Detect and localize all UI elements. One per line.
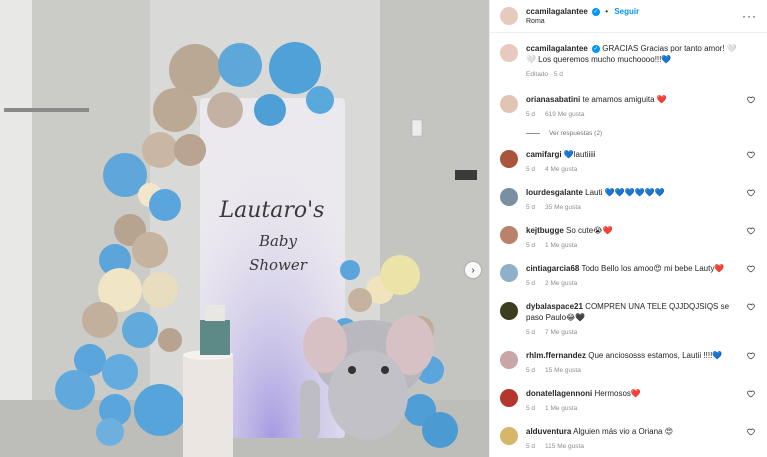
like-heart-icon[interactable] — [747, 352, 755, 360]
comment-username[interactable]: donatellagennoni — [526, 389, 592, 398]
sign-title: Lautaro's — [219, 198, 325, 223]
comment-likes[interactable]: 35 Me gusta — [545, 204, 581, 211]
comment-username[interactable]: camifargi — [526, 150, 562, 159]
comment-username[interactable]: orianasabatini — [526, 95, 580, 104]
avatar[interactable] — [500, 264, 518, 282]
comment-likes[interactable]: 4 Me gusta — [545, 166, 577, 173]
baby-shower-photo: Lautaro's Baby Shower — [0, 0, 489, 457]
comment-username[interactable]: kejtbugge — [526, 226, 564, 235]
avatar[interactable] — [500, 351, 518, 369]
post-photo[interactable]: Lautaro's Baby Shower › — [0, 0, 489, 457]
separator-dot: • — [605, 7, 609, 16]
avatar[interactable] — [500, 150, 518, 168]
comment-likes[interactable]: 7 Me gusta — [545, 329, 577, 336]
like-heart-icon[interactable] — [747, 227, 755, 235]
follow-button[interactable]: Seguir — [614, 7, 639, 16]
caption-username[interactable]: ccamilagalantee — [526, 44, 588, 53]
comment-username[interactable]: cintiagarcia68 — [526, 264, 579, 273]
next-photo-button[interactable]: › — [465, 262, 481, 278]
sign-shower: Shower — [249, 256, 308, 274]
comment-row: alduventura Alguien más vio a Oriana 😍 5 … — [500, 426, 757, 452]
comment-username[interactable]: dybalaspace21 — [526, 302, 583, 311]
post-username[interactable]: ccamilagalantee — [526, 7, 588, 16]
more-options-icon[interactable]: ··· — [742, 10, 757, 22]
post-panel: ccamilagalantee ✓ • Seguir Roma ··· ccam… — [489, 0, 767, 457]
comment-time: 5 d — [526, 405, 536, 412]
comment-text: Hermosos❤️ — [594, 389, 641, 398]
avatar[interactable] — [500, 7, 518, 25]
comment-text: Que anciososss estamos, Lautii !!!!💙 — [588, 351, 723, 360]
avatar[interactable] — [500, 302, 518, 320]
comment-row: kejtbugge So cute😭❤️ 5 d 1 Me gusta — [500, 225, 757, 251]
comment-row: dybalaspace21 COMPREN UNA TELE QJJDQJSIQ… — [500, 301, 757, 338]
view-replies-label[interactable]: Ver respuestas (2) — [549, 130, 602, 137]
comment-text: Todo Bello los amoo😍 mi bebe Lauty❤️ — [581, 264, 725, 273]
like-heart-icon[interactable] — [747, 96, 755, 104]
comment-time: 5 d — [526, 443, 536, 450]
comment-row: rhlm.ffernandez Que anciososss estamos, … — [500, 350, 757, 376]
comment-text: So cute😭❤️ — [566, 226, 613, 235]
like-heart-icon[interactable] — [747, 428, 755, 436]
comment-username[interactable]: rhlm.ffernandez — [526, 351, 586, 360]
caption-meta: Editado · 5 d — [526, 71, 563, 78]
post-header: ccamilagalantee ✓ • Seguir Roma ··· — [490, 0, 767, 33]
comment-text: 💙lautiiiii — [563, 150, 596, 159]
like-heart-icon[interactable] — [747, 151, 755, 159]
avatar[interactable] — [500, 427, 518, 445]
comment-row: cintiagarcia68 Todo Bello los amoo😍 mi b… — [500, 263, 757, 289]
like-heart-icon[interactable] — [747, 390, 755, 398]
comment-text: Alguien más vio a Oriana 😍 — [573, 427, 674, 436]
comment-likes[interactable]: 1 Me gusta — [545, 242, 577, 249]
comment-likes[interactable]: 1 Me gusta — [545, 405, 577, 412]
avatar[interactable] — [500, 188, 518, 206]
comment-time: 5 d — [526, 329, 536, 336]
comment-row: camifargi 💙lautiiiii 5 d 4 Me gusta — [500, 149, 757, 175]
comment-row: lourdesgalante Lauti 💙💙💙💙💙💙 5 d 35 Me gust… — [500, 187, 757, 213]
like-heart-icon[interactable] — [747, 303, 755, 311]
sign-baby: Baby — [258, 232, 298, 250]
comment-time: 5 d — [526, 280, 536, 287]
view-replies-button[interactable]: Ver respuestas (2) — [526, 130, 757, 137]
verified-icon: ✓ — [592, 44, 601, 53]
verified-icon: ✓ — [592, 7, 601, 16]
comment-time: 5 d — [526, 367, 536, 374]
replies-line — [526, 132, 540, 134]
comment-likes[interactable]: 619 Me gusta — [545, 111, 584, 118]
comment-time: 5 d — [526, 204, 536, 211]
comments-list[interactable]: ccamilagalantee ✓ GRACIAS Gracias por ta… — [490, 33, 767, 457]
comments-container: orianasabatini te amamos amiguita ❤️ 5 d 6… — [500, 94, 757, 452]
comment-text: te amamos amiguita ❤️ — [582, 95, 667, 104]
comment-username[interactable]: alduventura — [526, 427, 571, 436]
post-location[interactable]: Roma — [526, 18, 639, 25]
avatar[interactable] — [500, 389, 518, 407]
like-heart-icon[interactable] — [747, 189, 755, 197]
comment-username[interactable]: lourdesgalante — [526, 188, 583, 197]
avatar[interactable] — [500, 44, 518, 62]
caption: ccamilagalantee ✓ GRACIAS Gracias por ta… — [500, 43, 757, 80]
comment-time: 5 d — [526, 242, 536, 249]
comment-time: 5 d — [526, 111, 536, 118]
comment-likes[interactable]: 15 Me gusta — [545, 367, 581, 374]
comment-time: 5 d — [526, 166, 536, 173]
comment-row: donatellagennoni Hermosos❤️ 5 d 1 Me gusta — [500, 388, 757, 414]
comment-row: orianasabatini te amamos amiguita ❤️ 5 d 6… — [500, 94, 757, 120]
comment-likes[interactable]: 115 Me gusta — [545, 443, 584, 450]
comment-text: Lauti 💙💙💙💙💙💙 — [585, 188, 665, 197]
avatar[interactable] — [500, 95, 518, 113]
avatar[interactable] — [500, 226, 518, 244]
comment-likes[interactable]: 2 Me gusta — [545, 280, 577, 287]
like-heart-icon[interactable] — [747, 265, 755, 273]
